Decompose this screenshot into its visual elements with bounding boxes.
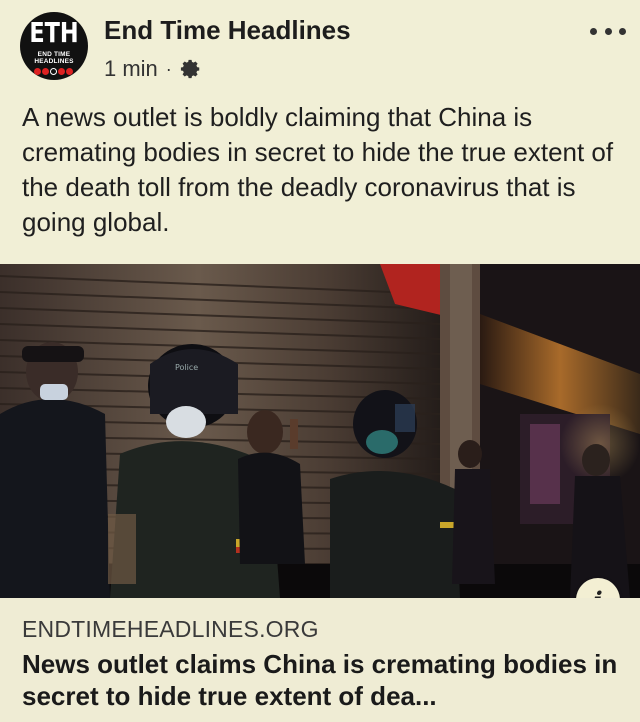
- more-dot: [590, 27, 597, 35]
- logo-ring: [50, 68, 57, 75]
- logo-dot: [66, 68, 73, 75]
- post-meta: 1 min ·: [104, 56, 202, 82]
- post-photo[interactable]: Police i: [0, 264, 640, 598]
- logo-letters: ETH: [29, 16, 79, 49]
- post-text: A news outlet is boldly claiming that Ch…: [22, 102, 614, 237]
- police-photo-illustration: Police: [0, 264, 640, 598]
- logo-dot: [42, 68, 49, 75]
- gear-icon[interactable]: [180, 58, 202, 80]
- logo-dot: [34, 68, 41, 75]
- timestamp[interactable]: 1 min: [104, 56, 158, 82]
- logo-dots: [34, 62, 74, 75]
- link-title[interactable]: News outlet claims China is cremating bo…: [22, 648, 632, 712]
- logo-dot: [58, 68, 65, 75]
- more-options-icon[interactable]: [590, 24, 626, 38]
- meta-separator: ·: [165, 58, 172, 79]
- link-preview[interactable]: ENDTIMEHEADLINES.ORG News outlet claims …: [0, 598, 640, 722]
- more-dot: [604, 27, 612, 35]
- helmet-label: Police: [175, 363, 198, 372]
- post-header: ETH END TIME HEADLINES End Time Headline…: [0, 0, 640, 95]
- page-name[interactable]: End Time Headlines: [104, 15, 351, 46]
- link-domain: ENDTIMEHEADLINES.ORG: [22, 616, 319, 642]
- avatar[interactable]: ETH END TIME HEADLINES: [20, 12, 88, 80]
- more-dot: [619, 27, 626, 35]
